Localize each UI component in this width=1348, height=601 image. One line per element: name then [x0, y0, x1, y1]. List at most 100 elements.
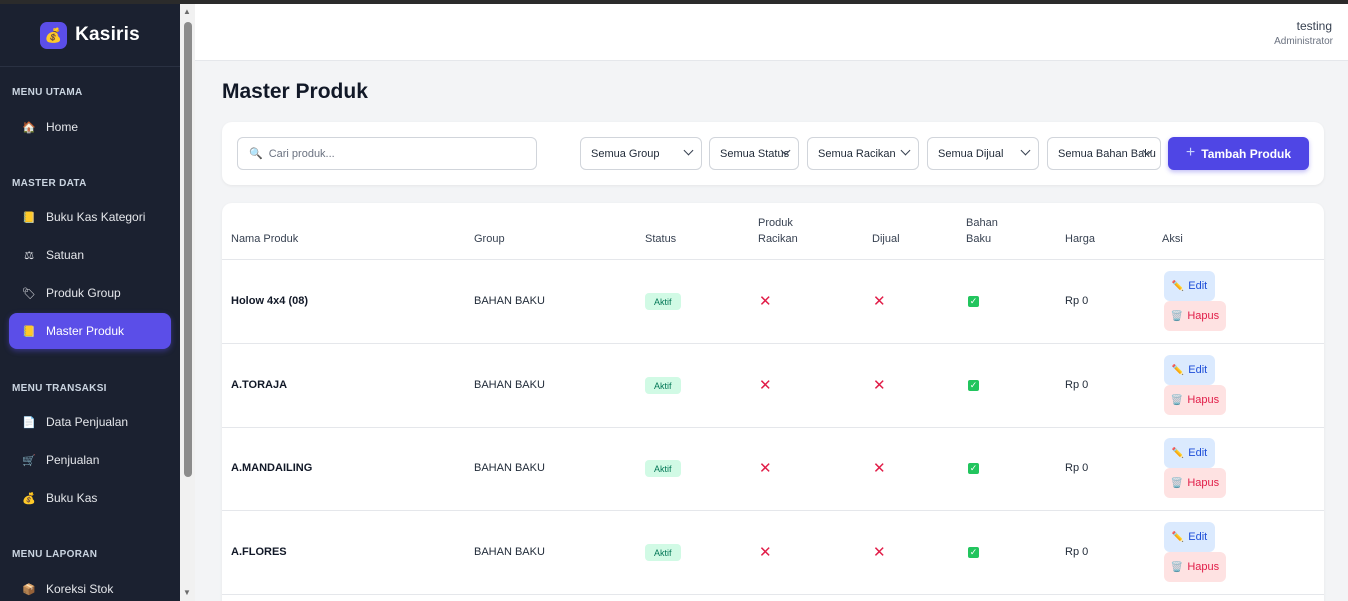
delete-label: Hapus	[1187, 310, 1220, 322]
edit-label: Edit	[1188, 531, 1208, 543]
product-price: Rp 0	[1065, 462, 1089, 474]
delete-button[interactable]: 🗑️ Hapus	[1164, 468, 1226, 498]
col-nama-produk: Nama Produk	[231, 233, 299, 245]
trash-icon: 🗑️	[1170, 394, 1184, 406]
edit-label: Edit	[1188, 280, 1208, 292]
edit-button[interactable]: ✏️ Edit	[1164, 522, 1215, 552]
delete-button[interactable]: 🗑️ Hapus	[1164, 385, 1226, 415]
delete-label: Hapus	[1187, 477, 1220, 489]
status-badge: Aktif	[645, 293, 681, 310]
sidebar-item-label: Data Penjualan	[46, 415, 129, 429]
group-select[interactable]: Semua Group	[580, 137, 702, 170]
col-produk-racikan-line1: Produk	[758, 217, 793, 229]
product-name: A.TORAJA	[231, 379, 288, 391]
sidebar-item-data-penjualan[interactable]: 📄 Data Penjualan	[9, 404, 171, 440]
edit-label: Edit	[1188, 364, 1208, 376]
user-name[interactable]: testing	[1297, 19, 1332, 33]
sidebar-item-label: Buku Kas Kategori	[46, 210, 146, 224]
trash-icon: 🗑️	[1170, 310, 1184, 322]
chevron-down-icon	[1020, 145, 1031, 156]
user-role: Administrator	[1274, 36, 1333, 47]
product-group: BAHAN BAKU	[474, 546, 545, 558]
col-status: Status	[645, 233, 677, 245]
status-select[interactable]: Semua Status	[709, 137, 799, 170]
delete-button[interactable]: 🗑️ Hapus	[1164, 301, 1226, 331]
check-icon: ✓	[968, 380, 979, 391]
sidebar-item-penjualan[interactable]: 🛒 Penjualan	[9, 442, 171, 478]
delete-button[interactable]: 🗑️ Hapus	[1164, 552, 1226, 582]
product-price: Rp 0	[1065, 295, 1089, 307]
status-badge: Aktif	[645, 460, 681, 477]
pencil-icon: ✏️	[1171, 280, 1185, 292]
notebook-icon: 📒	[22, 211, 36, 224]
cross-icon: ✕	[759, 460, 772, 477]
table-row: A.TORAJA BAHAN BAKU Aktif ✕ ✕ ✓ Rp 0 ✏️ …	[222, 344, 1324, 428]
menu-section-laporan: MENU LAPORAN	[12, 549, 98, 560]
edit-button[interactable]: ✏️ Edit	[1164, 271, 1215, 301]
search-field[interactable]: 🔍	[237, 137, 537, 170]
check-icon: ✓	[968, 463, 979, 474]
product-name: A.FLORES	[231, 546, 287, 558]
bahan-baku-select[interactable]: Semua Bahan Baku	[1047, 137, 1161, 170]
sidebar: 💰 Kasiris MENU UTAMA 🏠 Home MASTER DATA …	[0, 4, 180, 601]
sidebar-item-produk-group[interactable]: 🏷 Produk Group	[9, 275, 171, 311]
dijual-select-value: Semua Dijual	[938, 147, 1004, 160]
table-row: A.FLORES BAHAN BAKU Aktif ✕ ✕ ✓ Rp 0 ✏️ …	[222, 511, 1324, 595]
col-bahan-baku: Bahan Baku	[966, 215, 998, 247]
document-icon: 📄	[22, 416, 36, 429]
sidebar-item-master-produk[interactable]: 📒 Master Produk	[9, 313, 171, 349]
scroll-thumb[interactable]	[184, 22, 192, 477]
sidebar-item-label: Koreksi Stok	[46, 582, 114, 596]
cross-icon: ✕	[759, 293, 772, 310]
menu-section-utama: MENU UTAMA	[12, 87, 83, 98]
col-bahan-baku-line2: Baku	[966, 233, 992, 245]
scroll-down-icon[interactable]: ▼	[183, 588, 191, 597]
sidebar-item-label: Produk Group	[46, 286, 121, 300]
cross-icon: ✕	[873, 460, 886, 477]
sidebar-item-koreksi-stok[interactable]: 📦 Koreksi Stok	[9, 571, 171, 601]
product-name: A.MANDAILING	[231, 462, 313, 474]
cart-icon: 🛒	[22, 454, 36, 467]
filter-bar: 🔍 Semua Group Semua Status Semua Racikan…	[222, 122, 1324, 185]
check-icon: ✓	[968, 547, 979, 558]
sidebar-item-label: Home	[46, 120, 79, 134]
product-price: Rp 0	[1065, 379, 1089, 391]
product-group: BAHAN BAKU	[474, 462, 545, 474]
sidebar-item-label: Penjualan	[46, 453, 100, 467]
col-group: Group	[474, 233, 505, 245]
brand-name: Kasiris	[75, 24, 140, 45]
col-bahan-baku-line1: Bahan	[966, 217, 998, 229]
sidebar-item-satuan[interactable]: ⚖ Satuan	[9, 237, 171, 273]
brand[interactable]: 💰 Kasiris	[0, 4, 180, 67]
edit-button[interactable]: ✏️ Edit	[1164, 438, 1215, 468]
sidebar-item-home[interactable]: 🏠 Home	[9, 109, 171, 145]
bahan-baku-select-value: Semua Bahan Baku	[1058, 147, 1156, 160]
col-produk-racikan: Produk Racikan	[758, 215, 798, 247]
racikan-select[interactable]: Semua Racikan	[807, 137, 919, 170]
sidebar-scrollbar[interactable]: ▲ ▼	[180, 4, 195, 601]
edit-button[interactable]: ✏️ Edit	[1164, 355, 1215, 385]
group-select-value: Semua Group	[591, 147, 660, 160]
sidebar-item-buku-kas-kategori[interactable]: 📒 Buku Kas Kategori	[9, 199, 171, 235]
cross-icon: ✕	[759, 544, 772, 561]
box-icon: 📦	[22, 583, 36, 596]
home-icon: 🏠	[22, 121, 36, 134]
delete-label: Hapus	[1187, 394, 1220, 406]
search-input[interactable]	[268, 147, 519, 160]
table-row: Holow 4x4 (08) BAHAN BAKU Aktif ✕ ✕ ✓ Rp…	[222, 260, 1324, 344]
top-header: testing Administrator	[195, 4, 1348, 61]
tag-icon: 🏷	[22, 287, 36, 300]
pencil-icon: ✏️	[1171, 531, 1185, 543]
table-header: Nama Produk Group Status Produk Racikan …	[222, 203, 1324, 260]
racikan-select-value: Semua Racikan	[818, 147, 896, 160]
add-product-button[interactable]: + Tambah Produk	[1168, 137, 1309, 170]
sidebar-item-buku-kas[interactable]: 💰 Buku Kas	[9, 480, 171, 516]
scroll-up-icon[interactable]: ▲	[183, 7, 191, 16]
pencil-icon: ✏️	[1171, 364, 1185, 376]
col-dijual: Dijual	[872, 233, 900, 245]
col-aksi: Aksi	[1162, 233, 1183, 245]
dijual-select[interactable]: Semua Dijual	[927, 137, 1039, 170]
col-produk-racikan-line2: Racikan	[758, 233, 798, 245]
search-icon: 🔍	[249, 148, 263, 160]
sidebar-item-label: Satuan	[46, 248, 85, 262]
